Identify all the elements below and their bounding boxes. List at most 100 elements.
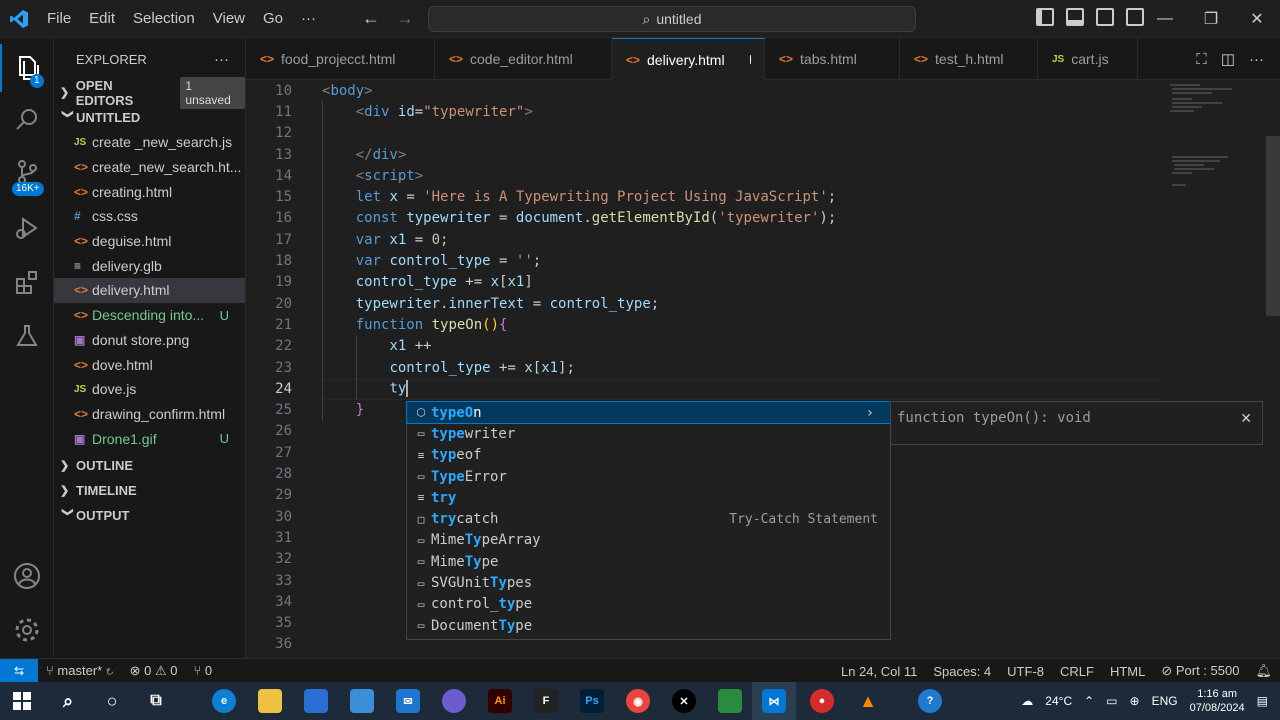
file-item[interactable]: JS create _new_search.js (54, 130, 245, 155)
timeline-section[interactable]: ❯ TIMELINE (54, 478, 245, 503)
tab-code-editor[interactable]: <> code_editor.html (435, 38, 612, 80)
store-icon[interactable] (304, 689, 328, 713)
language-indicator[interactable]: ENG (1152, 694, 1178, 708)
file-item[interactable]: <> drawing_confirm.html (54, 402, 245, 427)
suggestion-item[interactable]: □ trycatch Try-Catch Statement (407, 508, 890, 529)
more-actions-icon[interactable]: ··· (1249, 51, 1264, 68)
tab-food-projecct[interactable]: <> food_projecct.html (246, 38, 435, 80)
outline-section[interactable]: ❯ OUTLINE (54, 453, 245, 478)
remote-icon[interactable]: ⇆ (0, 658, 38, 683)
suggestion-item[interactable]: ▭ typewriter (407, 423, 890, 444)
run-debug-icon[interactable] (0, 204, 54, 252)
windows-start-icon[interactable] (10, 689, 34, 713)
open-editors-section[interactable]: ❯ OPEN EDITORS 1 unsaved (54, 76, 245, 109)
suggestion-item[interactable]: ▭ MimeTypeArray (407, 530, 890, 551)
open-preview-icon[interactable]: ⛶ (1196, 51, 1207, 68)
accounts-icon[interactable] (0, 552, 54, 600)
suggestion-item[interactable]: ▭ MimeType (407, 551, 890, 572)
search-icon[interactable] (0, 96, 54, 144)
encoding[interactable]: UTF-8 (999, 664, 1052, 679)
file-item[interactable]: ▣ donut store.png (54, 328, 245, 353)
toggle-primary-sidebar-icon[interactable] (1036, 8, 1054, 26)
forward-arrow-icon[interactable]: → (396, 8, 414, 29)
suggestion-item[interactable]: ≡ try (407, 487, 890, 508)
suggestion-item[interactable]: ▭ control_type (407, 594, 890, 615)
suggestion-item[interactable]: ▭ DocumentType (407, 615, 890, 636)
tab-cart-js[interactable]: JS cart.js (1038, 38, 1138, 80)
notification-center-icon[interactable]: ▤ (1257, 694, 1268, 708)
mail-icon[interactable]: ✉ (396, 689, 420, 713)
file-item[interactable]: <> creating.html (54, 179, 245, 204)
network-icon[interactable]: ▭ (1106, 694, 1117, 708)
file-item[interactable]: # css.css (54, 204, 245, 229)
file-item[interactable]: ≡ delivery.glb (54, 253, 245, 278)
cortana-icon[interactable]: ○ (100, 689, 124, 713)
explorer-icon[interactable]: 1 (0, 44, 54, 92)
vscode-taskbar-icon[interactable]: ⋈ (762, 689, 786, 713)
close-window-icon[interactable]: ✕ (1234, 0, 1280, 38)
toggle-panel-icon[interactable] (1066, 8, 1084, 26)
output-section[interactable]: ❯ OUTPUT (54, 503, 245, 528)
back-arrow-icon[interactable]: ← (362, 8, 380, 29)
menu-go[interactable]: Go (254, 0, 292, 38)
problems-status[interactable]: ⊗ 0 ⚠ 0 (122, 663, 186, 679)
temperature[interactable]: 24°C (1045, 694, 1072, 708)
toggle-secondary-sidebar-icon[interactable] (1096, 8, 1114, 26)
globe-icon[interactable]: ⊕ (1130, 694, 1140, 708)
read-more-chevron-icon[interactable]: › (866, 405, 874, 421)
photoshop-icon[interactable]: Ps (580, 689, 604, 713)
tab-test-h[interactable]: <> test_h.html (900, 38, 1038, 80)
chart-app-icon[interactable] (718, 689, 742, 713)
manage-gear-icon[interactable] (0, 606, 54, 654)
suggestion-item[interactable]: ⬡ typeOn › (406, 400, 891, 425)
notifications-bell-icon[interactable]: 🔔︎ (1247, 663, 1280, 679)
testing-flask-icon[interactable] (0, 312, 54, 360)
x-twitter-icon[interactable]: ✕ (672, 689, 696, 713)
split-editor-icon[interactable]: ◫ (1221, 50, 1235, 68)
tray-chevron-icon[interactable]: ⌃ (1084, 694, 1094, 708)
branch-status[interactable]: ⑂ master* ↻ (38, 663, 122, 678)
extensions-icon[interactable] (0, 258, 54, 306)
explorer-more-icon[interactable]: ··· (214, 51, 229, 68)
command-center-search[interactable]: ⌕ untitled (428, 6, 916, 32)
file-item[interactable]: <> deguise.html (54, 229, 245, 254)
source-control-icon[interactable]: 16K+ (0, 148, 54, 196)
edge-icon[interactable]: e (212, 689, 236, 713)
clock[interactable]: 1:16 am 07/08/2024 (1190, 687, 1245, 715)
close-icon[interactable]: ✕ (1240, 410, 1252, 427)
tab-delivery[interactable]: <> delivery.html (612, 38, 765, 80)
photos-icon[interactable] (350, 689, 374, 713)
folder-section[interactable]: ❯ UNTITLED (54, 105, 245, 130)
live-server-port[interactable]: ⊘ Port : 5500 (1153, 663, 1247, 679)
file-item[interactable]: JS dove.js (54, 377, 245, 402)
ports-status[interactable]: ⑂ 0 (185, 663, 220, 678)
file-item[interactable]: <> delivery.html (54, 278, 245, 303)
task-view-icon[interactable]: ⧉ (144, 689, 168, 713)
file-item[interactable]: <> create_new_search.ht... (54, 155, 245, 180)
recorder-icon[interactable]: ● (810, 689, 834, 713)
weather-icon[interactable]: ☁ (1021, 694, 1033, 708)
suggestion-item[interactable]: ▭ TypeError (407, 466, 890, 487)
file-item[interactable]: <> Descending into... U (54, 303, 245, 328)
cursor-position[interactable]: Ln 24, Col 11 (833, 664, 925, 679)
file-item[interactable]: ▣ Drone1.gif U (54, 426, 245, 451)
figma-icon[interactable]: F (534, 689, 558, 713)
vlc-icon[interactable]: ▲ (856, 689, 880, 713)
menu-edit[interactable]: Edit (80, 0, 124, 38)
minimize-icon[interactable]: — (1142, 0, 1188, 38)
menu-more[interactable]: ··· (292, 0, 325, 38)
minimap[interactable] (1166, 80, 1266, 658)
illustrator-icon[interactable]: Ai (488, 689, 512, 713)
file-explorer-icon[interactable] (258, 689, 282, 713)
suggestion-item[interactable]: ▭ SVGUnitTypes (407, 572, 890, 593)
chrome-icon[interactable]: ◉ (626, 689, 650, 713)
menu-file[interactable]: File (38, 0, 80, 38)
menu-selection[interactable]: Selection (124, 0, 204, 38)
language-mode[interactable]: HTML (1102, 664, 1153, 679)
suggestion-item[interactable]: ≡ typeof (407, 445, 890, 466)
restore-icon[interactable]: ❐ (1188, 0, 1234, 38)
taskbar-search-icon[interactable]: ⌕ (56, 689, 80, 713)
end-of-line[interactable]: CRLF (1052, 664, 1102, 679)
scrollbar-thumb[interactable] (1266, 136, 1280, 316)
app-icon[interactable] (442, 689, 466, 713)
